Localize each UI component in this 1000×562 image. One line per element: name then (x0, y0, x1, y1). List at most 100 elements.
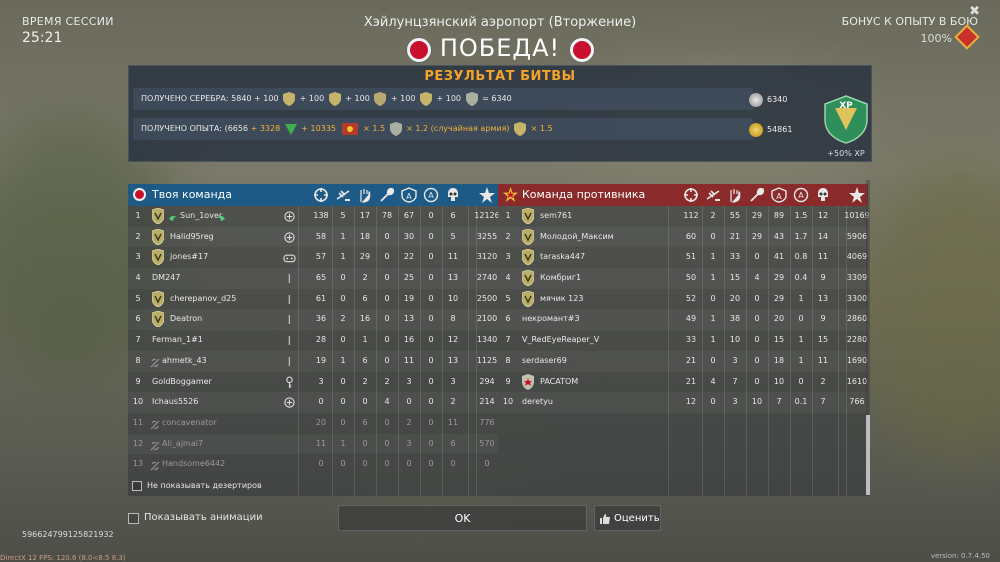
player-name[interactable]: Ichaus5526 (152, 392, 198, 413)
stat-d: 0 (428, 438, 434, 448)
player-name[interactable]: cherepanov_d25 (170, 289, 236, 310)
muted-voice-icon (150, 356, 160, 368)
stat-d: 0 (428, 417, 434, 427)
capture-defense-icon: A (423, 187, 439, 203)
rank-insignia-icon (151, 249, 165, 266)
player-name[interactable]: concavenator (162, 413, 217, 434)
stat-s: 7 (820, 397, 826, 407)
stat-a: 15 (729, 273, 741, 283)
player-status-icon[interactable] (282, 231, 296, 244)
show-animations-checkbox[interactable] (128, 513, 139, 524)
player-name[interactable]: некромант#3 (522, 309, 580, 330)
player-status-icon[interactable] (282, 293, 296, 306)
stat-a: 2 (362, 376, 368, 386)
xp-badge-text: XP (839, 101, 853, 111)
bonus-shield-icon (514, 121, 527, 136)
score-star-icon (849, 187, 865, 203)
player-name[interactable]: Комбриг1 (540, 268, 581, 289)
stat-d: 1.5 (794, 211, 808, 220)
my-team-header: Твоя команда A A (128, 184, 498, 206)
stat-d: 1 (798, 293, 804, 303)
stat-r: 0 (384, 314, 390, 324)
stat-s: 13 (447, 273, 459, 283)
player-status-icon[interactable] (282, 355, 296, 368)
stat-c: 89 (773, 211, 785, 220)
enemy-team-star-icon (503, 187, 518, 202)
player-name[interactable]: taraska447 (540, 247, 585, 268)
column-divider (838, 206, 839, 496)
player-position: 2 (505, 231, 511, 241)
silver-total: 6340 (767, 95, 788, 104)
stat-s: 10 (447, 293, 459, 303)
player-name[interactable]: V_RedEyeReaper_V (522, 330, 599, 351)
player-position: 10 (132, 397, 144, 407)
enemy-team-table: Команда противника AA 1 sem761 112 2 55 29 89 1… (498, 184, 870, 496)
rank-insignia-icon (522, 373, 534, 390)
scrollbar-thumb[interactable] (866, 415, 870, 495)
stat-r: 78 (381, 211, 393, 220)
player-name[interactable]: Deatron (170, 309, 202, 330)
player-status-icon[interactable] (282, 313, 296, 326)
stat-r: 10 (751, 397, 763, 407)
ok-button[interactable]: OK (338, 505, 587, 531)
stat-a: 6 (362, 293, 368, 303)
silver-base: 5840 (231, 94, 252, 103)
stat-p: 0 (340, 459, 346, 469)
player-name[interactable]: Молодой_Максим (540, 227, 614, 248)
player-status-icon[interactable] (282, 334, 296, 347)
rank-insignia-icon (521, 228, 535, 246)
player-name[interactable]: jones#17 (170, 247, 208, 268)
player-name[interactable]: мячик 123 (540, 289, 583, 310)
player-name[interactable]: serdaser69 (522, 351, 567, 372)
stat-k: 20 (315, 417, 327, 427)
captures-a-icon: A (771, 187, 787, 203)
player-name[interactable]: ahmetk_43 (162, 351, 207, 372)
player-name[interactable]: PACATOM (540, 372, 578, 393)
stat-p: 0 (340, 397, 346, 407)
player-position: 4 (505, 273, 511, 283)
player-name[interactable]: Handsome6442 (162, 454, 225, 475)
stat-a: 38 (729, 314, 741, 324)
stat-c: 43 (773, 231, 785, 241)
stat-r: 0 (384, 293, 390, 303)
close-icon[interactable]: ✖ (969, 4, 980, 19)
player-name[interactable]: GoldBoggamer (152, 372, 212, 393)
column-divider (790, 206, 791, 496)
stat-r: 0 (754, 355, 760, 365)
bonus-shield-icon (328, 91, 341, 106)
stat-d: 0 (798, 314, 804, 324)
stat-s: 11 (817, 355, 829, 365)
top-bar: ВРЕМЯ СЕССИИ 25:21 Хэйлунцзянский аэропо… (0, 0, 1000, 62)
gold-coin-icon (749, 123, 763, 137)
stat-d: 0 (428, 397, 434, 407)
stat-s: 11 (817, 252, 829, 262)
player-name[interactable]: sem761 (540, 206, 572, 227)
enemy-team-title: Команда противника (522, 188, 646, 201)
player-name[interactable]: Ali_ajmai7 (162, 434, 203, 455)
rate-button[interactable]: Оценить (594, 505, 661, 531)
hide-deserters-checkbox[interactable] (132, 481, 142, 491)
stat-a: 16 (359, 314, 371, 324)
stat-c: 15 (773, 335, 785, 345)
silver-bonus-2: + 100 (299, 94, 325, 103)
player-name[interactable]: DM247 (152, 268, 180, 289)
squad-mark-icon (216, 211, 226, 221)
deserter-icon (150, 418, 160, 430)
stat-s: 13 (817, 293, 829, 303)
stat-a: 7 (732, 376, 738, 386)
player-name[interactable]: Halid95reg (170, 227, 214, 248)
player-status-icon[interactable] (282, 376, 296, 389)
player-status-icon[interactable] (282, 396, 296, 409)
player-status-icon[interactable] (282, 272, 296, 285)
player-position: 1 (135, 211, 141, 220)
stat-p: 5 (340, 211, 346, 220)
column-divider (746, 206, 747, 496)
xp-percent-label: +50% XP (827, 149, 865, 158)
player-name[interactable]: deretyu (522, 392, 553, 413)
bonus-shield-icon (283, 91, 296, 106)
player-status-icon[interactable] (282, 251, 296, 264)
stat-p: 0 (710, 293, 716, 303)
scrollbar[interactable] (866, 180, 870, 496)
player-name[interactable]: Ferman_1#1 (152, 330, 203, 351)
player-status-icon[interactable] (282, 210, 296, 223)
